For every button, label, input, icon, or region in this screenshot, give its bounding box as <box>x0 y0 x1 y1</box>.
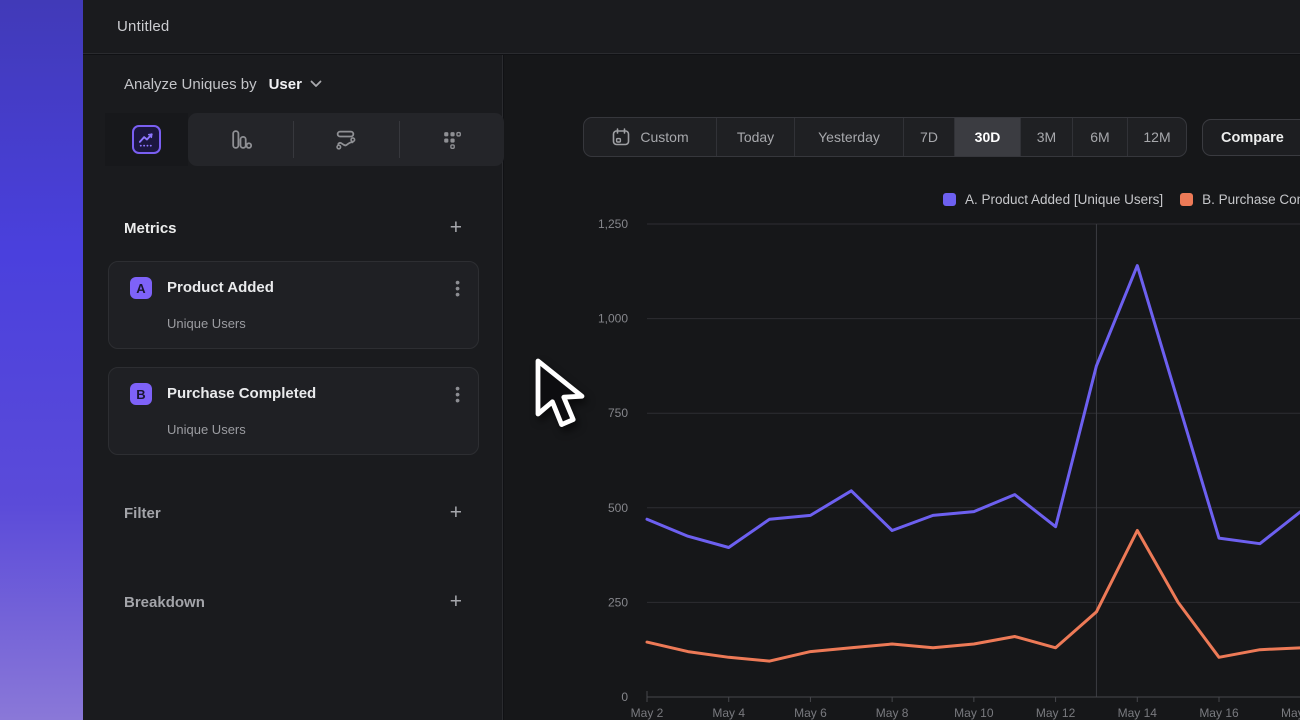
metric-counting-method[interactable]: Unique Users <box>167 422 246 437</box>
metric-menu-button[interactable]: ••• <box>455 385 460 403</box>
y-axis-label: 500 <box>608 501 628 515</box>
metrics-title: Metrics <box>124 220 177 237</box>
y-axis-label: 0 <box>621 690 628 704</box>
x-axis-label: May 14 <box>1118 706 1158 720</box>
tab-funnel-dots[interactable] <box>399 113 504 166</box>
series-line-a[interactable] <box>647 266 1300 548</box>
analyze-label: Analyze Uniques by <box>124 76 257 93</box>
analyze-value-dropdown[interactable]: User <box>269 76 302 93</box>
y-axis-label: 750 <box>608 406 628 420</box>
x-axis-label: May 8 <box>876 706 909 720</box>
metric-badge-a: A <box>130 277 152 299</box>
chart-type-tabs <box>105 113 504 166</box>
mouse-cursor <box>532 357 588 433</box>
metric-menu-button[interactable]: ••• <box>455 279 460 297</box>
chart-panel: Custom Today Yesterday 7D 30D 3M 6M 12M … <box>504 55 1300 720</box>
add-metric-button[interactable]: + <box>450 218 462 238</box>
y-axis-label: 1,250 <box>598 217 628 231</box>
y-axis-label: 1,000 <box>598 312 628 326</box>
app-nav-strip <box>0 0 83 720</box>
line-chart-icon <box>132 125 161 154</box>
series-line-b[interactable] <box>647 531 1300 662</box>
bar-chart-icon <box>229 128 252 151</box>
metric-card-a[interactable]: A Product Added Unique Users ••• <box>108 261 479 349</box>
x-axis-label: May 6 <box>794 706 827 720</box>
chart-type-tab-group <box>188 113 504 166</box>
x-axis-label: May 4 <box>712 706 745 720</box>
filter-title: Filter <box>124 505 161 522</box>
y-axis-label: 250 <box>608 595 628 609</box>
flow-chart-icon <box>334 128 357 151</box>
filter-header: Filter + <box>124 498 462 528</box>
x-axis-label: May 16 <box>1199 706 1239 720</box>
x-axis-label: May 2 <box>631 706 664 720</box>
tab-bar-chart[interactable] <box>188 113 293 166</box>
x-axis-label: May 18 <box>1281 706 1300 720</box>
chart-canvas[interactable]: 0 250 500 750 1,000 1,250 May 2 May 4 May 6 May 8… <box>504 55 1300 720</box>
metric-name: Purchase Completed <box>167 385 316 402</box>
metric-counting-method[interactable]: Unique Users <box>167 316 246 331</box>
x-axis-label: May 10 <box>954 706 994 720</box>
metric-card-b[interactable]: B Purchase Completed Unique Users ••• <box>108 367 479 455</box>
breakdown-title: Breakdown <box>124 594 205 611</box>
tab-flow-chart[interactable] <box>293 113 398 166</box>
query-sidebar: Analyze Uniques by User <box>83 55 503 720</box>
metric-badge-b: B <box>130 383 152 405</box>
funnel-dots-icon <box>440 128 463 151</box>
metrics-header: Metrics + <box>124 213 462 243</box>
x-axis-label: May 12 <box>1036 706 1076 720</box>
chevron-down-icon[interactable] <box>310 80 322 88</box>
add-filter-button[interactable]: + <box>450 503 462 523</box>
title-bar: Untitled <box>83 0 1300 54</box>
breakdown-header: Breakdown + <box>124 587 462 617</box>
analyze-row: Analyze Uniques by User <box>124 55 322 113</box>
report-title[interactable]: Untitled <box>117 18 169 35</box>
metric-name: Product Added <box>167 279 274 296</box>
add-breakdown-button[interactable]: + <box>450 592 462 612</box>
tab-line-chart[interactable] <box>105 113 188 166</box>
